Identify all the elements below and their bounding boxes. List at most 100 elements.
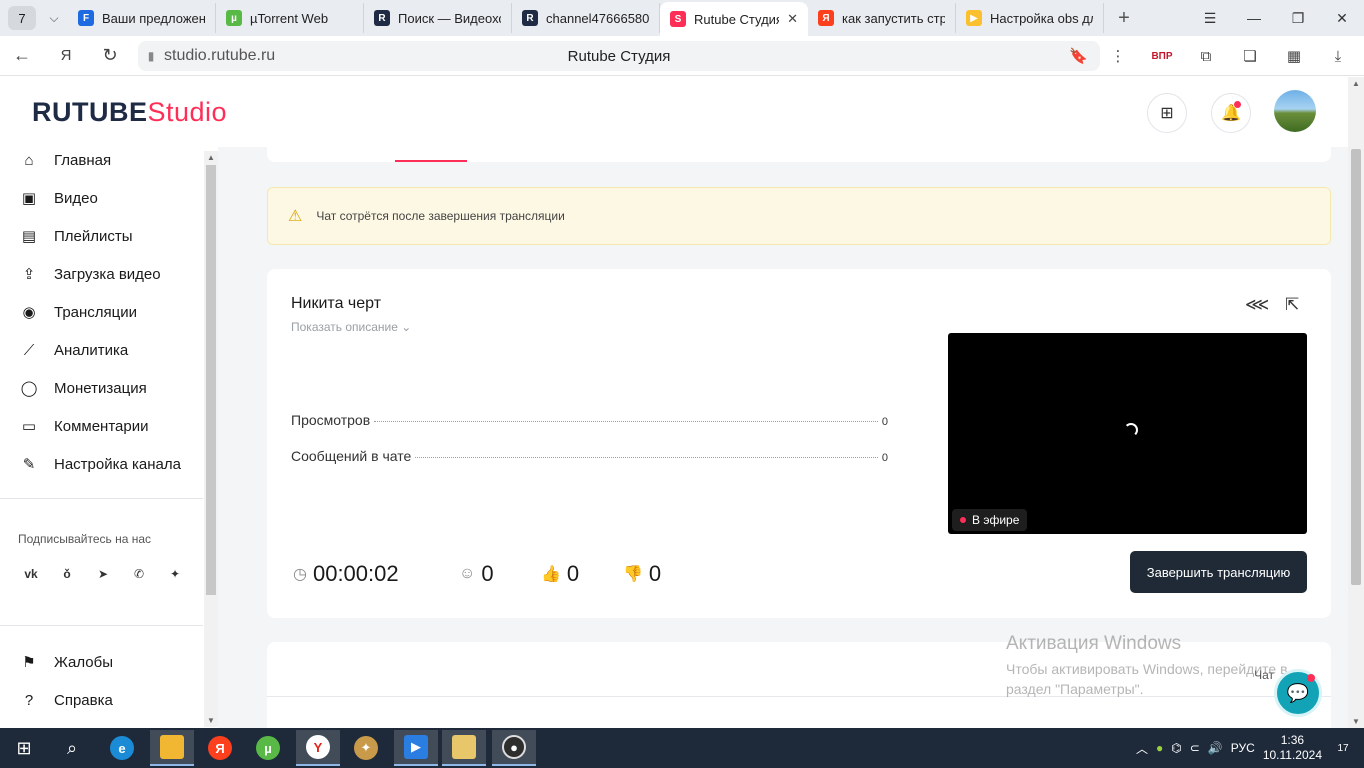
home-icon: ⌂ xyxy=(24,151,34,169)
studio-header: RUTUBEStudio ⊞ 🔔 xyxy=(0,77,1364,147)
page-scroll-thumb[interactable] xyxy=(1351,149,1361,585)
extensions-icon[interactable]: ⧉ xyxy=(1184,36,1228,76)
browser-tab[interactable]: F Ваши предложения xyxy=(68,3,216,33)
sidebar-item[interactable]: ⟋ Аналитика xyxy=(18,336,129,364)
telegram-icon[interactable]: ➤ xyxy=(90,561,116,587)
sidebar-item[interactable]: ⌂ Главная xyxy=(18,146,111,174)
sidebar-item[interactable]: ▭ Комментарии xyxy=(18,412,149,440)
help-icon: ? xyxy=(24,691,34,709)
yandex-browser-icon[interactable]: Y xyxy=(296,730,340,766)
new-tab-button[interactable]: + xyxy=(1110,4,1138,32)
stat-value: 0 xyxy=(881,452,888,464)
stat-chat-messages: Сообщений в чате 0 xyxy=(291,448,888,464)
volume-icon[interactable]: 🔊 xyxy=(1208,741,1223,755)
sidebar-item[interactable]: ? Справка xyxy=(18,686,113,714)
scroll-up-icon[interactable]: ▲ xyxy=(206,153,216,162)
show-description-label: Показать описание xyxy=(291,320,398,334)
vk-icon[interactable]: vk xyxy=(18,561,44,587)
browser-tab[interactable]: S Rutube Студия ✕ xyxy=(660,2,808,36)
tray-expand-icon[interactable]: ︿ xyxy=(1136,740,1148,757)
vpn-extension-icon[interactable]: ВПР xyxy=(1140,36,1184,76)
tray-app-icon[interactable]: ● xyxy=(1156,741,1163,755)
tab-list-dropdown-icon[interactable]: ⌵ xyxy=(40,6,68,30)
close-window-button[interactable]: ✕ xyxy=(1320,0,1364,36)
tab-counter[interactable]: 7 xyxy=(8,6,36,30)
winrar-extension-icon[interactable]: ▦ xyxy=(1272,36,1316,76)
downloads-icon[interactable]: ⤓ xyxy=(1316,36,1360,76)
ok-icon[interactable]: ǒ xyxy=(54,561,80,587)
scroll-down-icon[interactable]: ▼ xyxy=(206,716,216,725)
restore-button[interactable]: ❐ xyxy=(1276,0,1320,36)
sidebar-item[interactable]: ◉ Трансляции xyxy=(18,298,137,326)
avatar[interactable] xyxy=(1274,90,1316,132)
support-chat-button[interactable]: 💬 xyxy=(1274,669,1322,717)
more-socials-icon[interactable]: ✦ xyxy=(162,561,188,587)
yandex-home-icon[interactable]: Я xyxy=(44,36,88,76)
more-menu-icon[interactable]: ⋮ xyxy=(1096,36,1140,76)
sidebar-item-label: Настройка канала xyxy=(54,455,181,473)
channel-settings-icon: ✎ xyxy=(22,456,36,473)
sidebar-item-label: Загрузка видео xyxy=(54,265,161,283)
sidebar-item[interactable]: ⇪ Загрузка видео xyxy=(18,260,161,288)
url-field[interactable]: ▮ studio.rutube.ru Rutube Студия 🔖 xyxy=(138,41,1100,71)
logo-word: RUTUBE xyxy=(32,97,148,127)
url-text[interactable]: studio.rutube.ru xyxy=(164,47,275,65)
sidebar-scroll-thumb[interactable] xyxy=(206,165,216,595)
playlist-icon: ▤ xyxy=(21,228,37,245)
collections-icon[interactable]: ❏ xyxy=(1228,36,1272,76)
file-explorer-icon[interactable] xyxy=(150,730,194,766)
sidebar-item[interactable]: ⚑ Жалобы xyxy=(18,648,113,676)
start-button[interactable]: ⊞ xyxy=(2,730,46,766)
tray-link-icon[interactable]: ⊂ xyxy=(1190,741,1200,755)
back-button[interactable]: ← xyxy=(0,36,44,76)
sidebar-scrollbar[interactable]: ▲ ▼ xyxy=(204,151,218,727)
obs-icon[interactable]: ● xyxy=(492,730,536,766)
share-icon[interactable]: ⋘ xyxy=(1245,295,1269,315)
sidebar-item[interactable]: ◯ Монетизация xyxy=(18,374,147,402)
tab-label: µTorrent Web xyxy=(250,10,329,26)
yandex-icon[interactable]: Я xyxy=(198,730,242,766)
bookmark-icon[interactable]: 🔖 xyxy=(1069,47,1088,65)
page-scroll-down-icon[interactable]: ▼ xyxy=(1348,717,1364,726)
browser-menu-icon[interactable]: ☰ xyxy=(1188,0,1232,36)
media-player-icon[interactable]: ▶ xyxy=(394,730,438,766)
browser-tab[interactable]: ▶ Настройка obs для xyxy=(956,3,1104,33)
utorrent-icon[interactable]: µ xyxy=(246,730,290,766)
sidebar-divider xyxy=(0,498,203,499)
open-external-icon[interactable]: ⇱ xyxy=(1285,295,1299,315)
dislikes-value: 0 xyxy=(648,561,662,586)
broadcast-icon: ◉ xyxy=(22,304,36,321)
sidebar-item[interactable]: ✎ Настройка канала xyxy=(18,450,181,478)
sidebar-item-label: Комментарии xyxy=(54,417,149,435)
search-icon[interactable]: ⌕ xyxy=(50,730,94,766)
language-indicator[interactable]: РУС xyxy=(1231,741,1255,755)
sidebar-item[interactable]: ▣ Видео xyxy=(18,184,98,212)
clock[interactable]: 1:36 10.11.2024 xyxy=(1263,733,1322,763)
network-icon[interactable]: ⌬ xyxy=(1171,741,1181,755)
show-description-toggle[interactable]: Показать описание ⌄ xyxy=(291,320,411,334)
page-scrollbar[interactable]: ▲ ▼ xyxy=(1348,77,1364,728)
rutube-studio-logo[interactable]: RUTUBEStudio xyxy=(32,97,227,128)
browser-tab[interactable]: Rchannel47666580 xyxy=(512,3,660,33)
warning-text: Чат сотрётся после завершения трансляции xyxy=(316,209,565,223)
warning-icon: ⚠ xyxy=(288,208,303,225)
edge-icon[interactable]: e xyxy=(100,730,144,766)
browser-tab[interactable]: Якак запустить стрим xyxy=(808,3,956,33)
browser-tab[interactable]: R Поиск — Видеохостинг xyxy=(364,3,512,33)
support-notification-dot xyxy=(1307,674,1315,682)
upload-plus-button[interactable]: ⊞ xyxy=(1147,93,1187,133)
notifications-button[interactable]: 🔔 xyxy=(1211,93,1251,133)
viber-icon[interactable]: ✆ xyxy=(126,561,152,587)
action-center-icon[interactable]: 17 xyxy=(1330,737,1356,759)
end-stream-button[interactable]: Завершить трансляцию xyxy=(1130,551,1307,593)
reload-button[interactable]: ↻ xyxy=(88,36,132,76)
minimize-button[interactable]: — xyxy=(1232,0,1276,36)
close-tab-icon[interactable]: ✕ xyxy=(787,11,798,27)
game-launcher-icon[interactable]: ✦ xyxy=(344,730,388,766)
browser-tab[interactable]: µ µTorrent Web xyxy=(216,3,364,33)
page-scroll-up-icon[interactable]: ▲ xyxy=(1348,79,1364,88)
sidebar-item[interactable]: ▤ Плейлисты xyxy=(18,222,133,250)
likes-stat: 👍 0 xyxy=(541,561,623,587)
video-player[interactable]: В эфире xyxy=(948,333,1307,534)
folder-icon[interactable] xyxy=(442,730,486,766)
